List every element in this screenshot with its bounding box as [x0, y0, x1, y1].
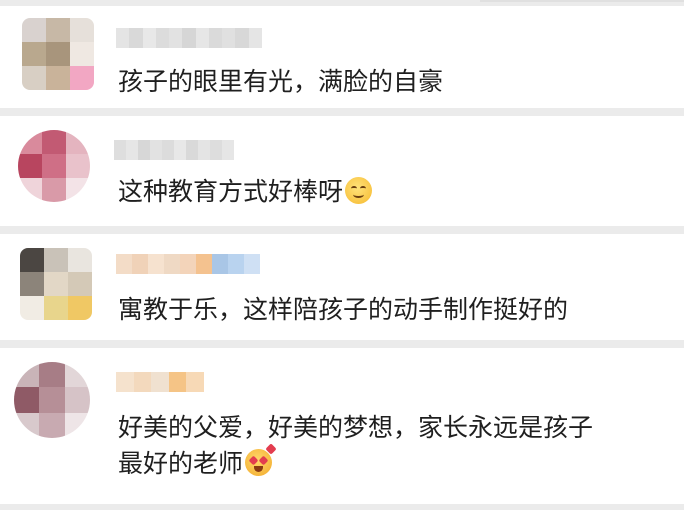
- username-pixel: [222, 140, 234, 160]
- username-pixel: [150, 140, 162, 160]
- avatar-pixel: [44, 248, 68, 272]
- comment-text: 好美的父爱，好美的梦想，家长永远是孩子 最好的老师: [118, 413, 594, 478]
- avatar[interactable]: [18, 130, 90, 202]
- username-pixel: [186, 372, 204, 392]
- username-pixel: [114, 140, 126, 160]
- username-pixel: [155, 28, 170, 48]
- avatar-pixel: [18, 154, 42, 178]
- username-pixel: [244, 254, 260, 274]
- avatar-pixel: [20, 296, 44, 320]
- username-pixel: [116, 28, 130, 48]
- username-blurred[interactable]: [116, 254, 260, 274]
- username-blurred[interactable]: [116, 28, 262, 48]
- avatar-pixel: [22, 42, 46, 66]
- avatar-pixel: [20, 272, 44, 296]
- avatar-pixel: [64, 412, 90, 438]
- avatar-pixel: [18, 178, 42, 202]
- username-pixel: [195, 28, 209, 48]
- username-pixel: [129, 28, 143, 48]
- avatar-pixel: [46, 18, 70, 42]
- avatar-pixel: [70, 66, 94, 90]
- avatar-pixel: [18, 130, 42, 154]
- comment-card[interactable]: 好美的父爱，好美的梦想，家长永远是孩子 最好的老师: [0, 348, 684, 504]
- username-pixel: [151, 372, 169, 392]
- comment-text: 孩子的眼里有光，满脸的自豪: [118, 67, 444, 96]
- heart-eyes-face-icon: [245, 442, 277, 476]
- comment-card[interactable]: 这种教育方式好棒呀: [0, 116, 684, 226]
- avatar-pixel: [68, 272, 92, 296]
- avatar-pixel: [14, 362, 40, 388]
- avatar-pixel: [22, 18, 46, 42]
- avatar-pixel: [39, 387, 65, 413]
- username-pixel: [142, 28, 156, 48]
- avatar-pixel: [66, 178, 90, 202]
- avatar-pixel: [46, 66, 70, 90]
- username-pixel: [138, 140, 150, 160]
- comment-card[interactable]: 寓教于乐，这样陪孩子的动手制作挺好的: [0, 234, 684, 340]
- avatar-pixel: [42, 154, 66, 178]
- username-pixel: [116, 254, 132, 274]
- avatar-pixel: [44, 296, 68, 320]
- comment-card[interactable]: 孩子的眼里有光，满脸的自豪: [0, 6, 684, 108]
- username-pixel: [180, 254, 196, 274]
- username-pixel: [210, 140, 222, 160]
- comment-text: 这种教育方式好棒呀: [118, 174, 654, 210]
- avatar-pixel: [14, 387, 40, 413]
- avatar-pixel: [70, 42, 94, 66]
- avatar-pixel: [42, 130, 66, 154]
- avatar[interactable]: [22, 18, 94, 90]
- avatar[interactable]: [20, 248, 92, 320]
- username-pixel: [212, 254, 228, 274]
- avatar-pixel: [39, 412, 65, 438]
- avatar-pixel: [66, 154, 90, 178]
- username-pixel: [148, 254, 164, 274]
- username-pixel: [116, 372, 134, 392]
- avatar-pixel: [39, 362, 65, 388]
- avatar-pixel: [66, 130, 90, 154]
- avatar-pixel: [20, 248, 44, 272]
- username-pixel: [182, 28, 196, 48]
- username-blurred[interactable]: [116, 372, 204, 392]
- username-pixel: [198, 140, 210, 160]
- username-pixel: [132, 254, 148, 274]
- avatar-pixel: [70, 18, 94, 42]
- username-pixel: [196, 254, 212, 274]
- username-pixel: [228, 254, 244, 274]
- avatar[interactable]: [14, 362, 90, 438]
- avatar-pixel: [64, 387, 90, 413]
- avatar-pixel: [68, 248, 92, 272]
- avatar-pixel: [64, 362, 90, 388]
- username-pixel: [162, 140, 174, 160]
- username-pixel: [208, 28, 223, 48]
- avatar-pixel: [14, 412, 40, 438]
- avatar-pixel: [44, 272, 68, 296]
- comment-text: 寓教于乐，这样陪孩子的动手制作挺好的: [118, 295, 569, 324]
- username-pixel: [174, 140, 186, 160]
- username-pixel: [186, 140, 198, 160]
- smiling-face-icon: [345, 176, 373, 204]
- username-pixel: [168, 372, 187, 392]
- username-pixel: [133, 372, 152, 392]
- username-pixel: [126, 140, 138, 160]
- username-pixel: [235, 28, 249, 48]
- username-pixel: [169, 28, 183, 48]
- avatar-pixel: [68, 296, 92, 320]
- divider: [480, 0, 684, 2]
- avatar-pixel: [22, 66, 46, 90]
- username-pixel: [164, 254, 180, 274]
- username-pixel: [248, 28, 262, 48]
- username-pixel: [222, 28, 236, 48]
- avatar-pixel: [46, 42, 70, 66]
- username-blurred[interactable]: [114, 140, 234, 160]
- avatar-pixel: [42, 178, 66, 202]
- comment-feed: 孩子的眼里有光，满脸的自豪 这种教育方式好棒呀 寓教于乐，这样陪孩子的动手制作挺…: [0, 0, 684, 510]
